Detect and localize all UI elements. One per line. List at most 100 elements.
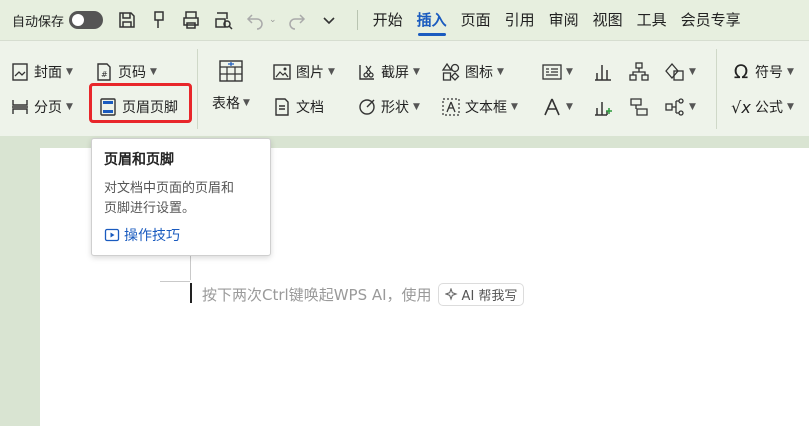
wordart-button[interactable]: ▼ (541, 96, 573, 118)
flowchart-icon (630, 98, 648, 116)
screenshot-button[interactable]: 截屏 ▼ (357, 58, 420, 86)
save-icon (119, 12, 135, 28)
mind-map-icon (665, 98, 684, 116)
smart-chart-button[interactable] (592, 96, 614, 118)
margin-marker (160, 281, 190, 282)
tab-home[interactable]: 开始 (366, 0, 410, 40)
tab-tools[interactable]: 工具 (630, 0, 674, 40)
formula-label: 公式 (755, 100, 783, 116)
format-painter-button[interactable] (147, 8, 171, 32)
omega-icon: Ω (733, 61, 749, 83)
symbol-button[interactable]: Ω 符号 ▼ (731, 58, 794, 86)
chart-plus-icon (595, 102, 612, 116)
chevron-down-icon: ▼ (413, 67, 420, 77)
icon-library-button[interactable]: 图标 ▼ (441, 58, 504, 86)
autosave-group: 自动保存 (12, 11, 104, 30)
page-break-icon (10, 97, 30, 117)
flowchart-button[interactable] (628, 96, 650, 118)
ribbon-divider (716, 49, 717, 129)
chevron-down-icon: ▼ (787, 102, 794, 112)
save-button[interactable] (115, 8, 139, 32)
formula-button[interactable]: √x 公式 ▼ (731, 93, 794, 121)
tab-review[interactable]: 审阅 (542, 0, 586, 40)
undo-icon (246, 14, 263, 30)
cover-button[interactable]: 封面 ▼ (10, 58, 73, 86)
margin-marker (190, 256, 191, 280)
chevron-down-icon: ▼ (566, 67, 573, 77)
autosave-toggle[interactable] (69, 11, 104, 29)
more-quick-actions-button[interactable] (317, 8, 341, 32)
tooltip-title: 页眉和页脚 (104, 152, 174, 168)
shape-label: 形状 (381, 100, 409, 116)
tab-view[interactable]: 视图 (586, 0, 630, 40)
document-button[interactable]: 文档 (272, 93, 324, 121)
page-number-button[interactable]: # 页码 ▼ (94, 58, 157, 86)
redo-icon (288, 14, 305, 30)
document-label: 文档 (296, 100, 324, 116)
print-button[interactable] (179, 8, 203, 32)
icon-library-label: 图标 (465, 65, 493, 81)
svg-text:#: # (101, 70, 108, 79)
print-preview-icon (215, 12, 233, 30)
sparkle-icon (444, 287, 458, 301)
textbox-button[interactable]: 文本框 ▼ (441, 93, 518, 121)
scissors-icon (357, 62, 377, 82)
table-button[interactable]: 表格 ▼ (212, 57, 250, 113)
mind-map-button[interactable]: ▼ (664, 96, 696, 118)
symbol-label: 符号 (755, 65, 783, 81)
bar-chart-icon (595, 65, 611, 81)
icons-grid-icon (441, 62, 461, 82)
tooltip-tips-label: 操作技巧 (124, 228, 180, 244)
cover-label: 封面 (34, 65, 62, 81)
chevron-down-icon: ▼ (328, 67, 335, 77)
ribbon-divider (197, 49, 198, 129)
play-video-icon (104, 228, 120, 242)
menu-tabs: 开始 插入 页面 引用 审阅 视图 工具 会员专享 (366, 0, 748, 40)
redo-button[interactable] (285, 8, 309, 32)
chevron-down-icon: ▼ (497, 67, 504, 77)
chevron-down-icon: ▼ (689, 67, 696, 77)
printer-icon (183, 11, 199, 29)
tab-insert[interactable]: 插入 (410, 0, 454, 40)
menu-bar: 自动保存 ⌄ 开始 插入 页面 引用 审阅 视图 工具 会员专享 (0, 0, 809, 40)
chevron-down-icon: ▼ (66, 102, 73, 112)
format-painter-icon (154, 11, 164, 28)
tooltip-tips-link[interactable]: 操作技巧 (104, 225, 258, 245)
cover-icon (10, 62, 30, 82)
formula-icon: √x (731, 97, 751, 117)
picture-icon (272, 62, 292, 82)
page-break-button[interactable]: 分页 ▼ (10, 93, 73, 121)
page-break-label: 分页 (34, 100, 62, 116)
ai-write-button[interactable]: AI 帮我写 (437, 283, 525, 306)
ai-hint-text: 按下两次Ctrl键唤起WPS AI，使用 (202, 286, 432, 304)
text-layout-button[interactable]: ▼ (541, 61, 573, 83)
chevron-down-icon: ▼ (511, 102, 518, 112)
resource-button[interactable]: ▼ (664, 61, 696, 83)
shape-icon (357, 97, 377, 117)
chevron-down-icon: ▼ (787, 67, 794, 77)
chart-button[interactable] (592, 61, 614, 83)
chevron-down-icon: ▼ (689, 102, 696, 112)
org-chart-button[interactable] (628, 61, 650, 83)
quick-access-toolbar: ⌄ (115, 8, 349, 32)
tooltip-description-line: 对文档中页面的页眉和 (104, 181, 235, 196)
tab-page[interactable]: 页面 (454, 0, 498, 40)
picture-label: 图片 (296, 65, 324, 81)
text-cursor (190, 283, 192, 303)
wordart-icon (544, 98, 560, 116)
autosave-label: 自动保存 (12, 14, 65, 30)
textbox-icon (441, 97, 461, 117)
textbox-label: 文本框 (465, 100, 507, 116)
shape-button[interactable]: 形状 ▼ (357, 93, 420, 121)
table-label: 表格 (212, 96, 240, 112)
chevron-down-icon: ▼ (413, 102, 420, 112)
undo-dropdown-icon[interactable]: ⌄ (269, 15, 277, 25)
undo-button[interactable] (243, 8, 267, 32)
picture-button[interactable]: 图片 ▼ (272, 58, 335, 86)
chevron-down-icon: ▼ (150, 67, 157, 77)
print-preview-button[interactable] (211, 8, 235, 32)
tab-member[interactable]: 会员专享 (674, 0, 748, 40)
screenshot-label: 截屏 (381, 65, 409, 81)
tab-references[interactable]: 引用 (498, 0, 542, 40)
header-footer-highlight (89, 83, 192, 123)
